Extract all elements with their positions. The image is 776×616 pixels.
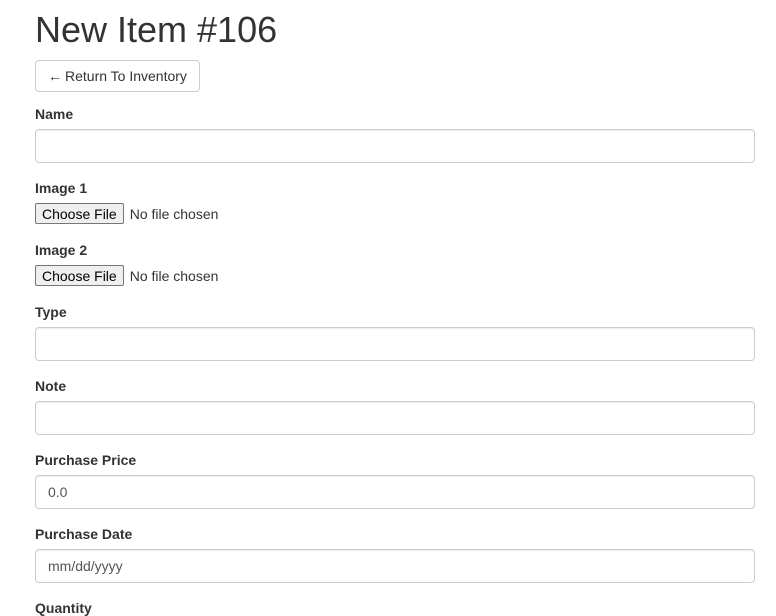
name-input[interactable] bbox=[35, 129, 755, 163]
image-2-file-status: No file chosen bbox=[129, 267, 219, 284]
new-item-page: New Item #106 ← Return To Inventory Name… bbox=[0, 0, 776, 616]
image-1-label: Image 1 bbox=[35, 180, 88, 196]
image-1-file-status: No file chosen bbox=[129, 205, 219, 222]
left-arrow-icon: ← bbox=[48, 68, 62, 84]
image-2-file-picker: Choose File No file chosen bbox=[35, 265, 218, 286]
quantity-label: Quantity bbox=[35, 600, 92, 616]
name-label: Name bbox=[35, 106, 74, 122]
return-to-inventory-button[interactable]: ← Return To Inventory bbox=[35, 60, 200, 92]
purchase-price-input[interactable] bbox=[35, 475, 755, 509]
type-label: Type bbox=[35, 304, 67, 320]
image-2-choose-file-button[interactable]: Choose File bbox=[35, 265, 124, 286]
purchase-date-label: Purchase Date bbox=[35, 526, 133, 542]
purchase-date-input[interactable] bbox=[35, 549, 755, 583]
purchase-price-label: Purchase Price bbox=[35, 452, 137, 468]
page-title: New Item #106 bbox=[35, 9, 278, 50]
type-input[interactable] bbox=[35, 327, 755, 361]
image-2-label: Image 2 bbox=[35, 242, 88, 258]
image-1-file-picker: Choose File No file chosen bbox=[35, 203, 218, 224]
note-label: Note bbox=[35, 378, 67, 394]
return-to-inventory-label: Return To Inventory bbox=[65, 68, 187, 84]
image-1-choose-file-button[interactable]: Choose File bbox=[35, 203, 124, 224]
note-input[interactable] bbox=[35, 401, 755, 435]
